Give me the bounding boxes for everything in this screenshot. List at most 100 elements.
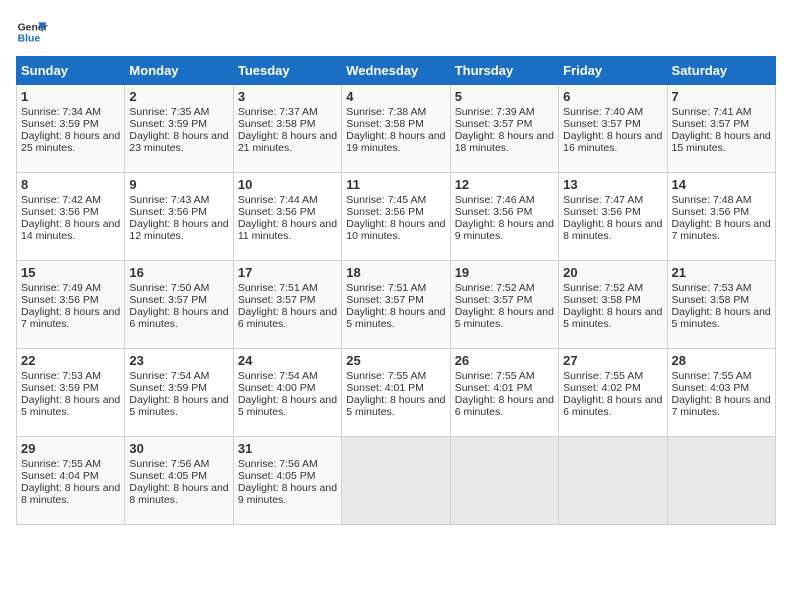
sunset-label: Sunset: 3:57 PM [455,118,533,130]
weekday-header-tuesday: Tuesday [233,57,341,85]
calendar-table: SundayMondayTuesdayWednesdayThursdayFrid… [16,56,776,525]
sunrise-label: Sunrise: 7:56 AM [129,458,209,470]
sunset-label: Sunset: 3:57 PM [129,294,207,306]
weekday-header-sunday: Sunday [17,57,125,85]
calendar-cell: 19Sunrise: 7:52 AMSunset: 3:57 PMDayligh… [450,261,558,349]
sunrise-label: Sunrise: 7:40 AM [563,106,643,118]
daylight-label: Daylight: 8 hours and 21 minutes. [238,130,337,154]
sunrise-label: Sunrise: 7:49 AM [21,282,101,294]
calendar-cell: 31Sunrise: 7:56 AMSunset: 4:05 PMDayligh… [233,437,341,525]
sunrise-label: Sunrise: 7:41 AM [672,106,752,118]
sunset-label: Sunset: 4:05 PM [238,470,316,482]
daylight-label: Daylight: 8 hours and 6 minutes. [129,306,228,330]
daylight-label: Daylight: 8 hours and 11 minutes. [238,218,337,242]
day-number: 18 [346,265,445,280]
sunset-label: Sunset: 3:58 PM [346,118,424,130]
day-number: 19 [455,265,554,280]
day-number: 12 [455,177,554,192]
sunset-label: Sunset: 4:02 PM [563,382,641,394]
sunrise-label: Sunrise: 7:54 AM [129,370,209,382]
calendar-cell: 30Sunrise: 7:56 AMSunset: 4:05 PMDayligh… [125,437,233,525]
logo-icon: General Blue [16,16,48,48]
day-number: 26 [455,353,554,368]
sunrise-label: Sunrise: 7:55 AM [346,370,426,382]
weekday-header-wednesday: Wednesday [342,57,450,85]
calendar-cell: 17Sunrise: 7:51 AMSunset: 3:57 PMDayligh… [233,261,341,349]
calendar-week-1: 8Sunrise: 7:42 AMSunset: 3:56 PMDaylight… [17,173,776,261]
daylight-label: Daylight: 8 hours and 8 minutes. [129,482,228,506]
sunrise-label: Sunrise: 7:55 AM [455,370,535,382]
calendar-cell [450,437,558,525]
daylight-label: Daylight: 8 hours and 19 minutes. [346,130,445,154]
day-number: 3 [238,89,337,104]
sunrise-label: Sunrise: 7:43 AM [129,194,209,206]
daylight-label: Daylight: 8 hours and 12 minutes. [129,218,228,242]
calendar-cell [559,437,667,525]
sunset-label: Sunset: 4:04 PM [21,470,99,482]
daylight-label: Daylight: 8 hours and 5 minutes. [238,394,337,418]
day-number: 5 [455,89,554,104]
sunrise-label: Sunrise: 7:55 AM [672,370,752,382]
calendar-cell: 29Sunrise: 7:55 AMSunset: 4:04 PMDayligh… [17,437,125,525]
sunset-label: Sunset: 4:00 PM [238,382,316,394]
sunrise-label: Sunrise: 7:56 AM [238,458,318,470]
day-number: 28 [672,353,771,368]
sunrise-label: Sunrise: 7:38 AM [346,106,426,118]
sunset-label: Sunset: 3:56 PM [672,206,750,218]
day-number: 29 [21,441,120,456]
sunrise-label: Sunrise: 7:51 AM [238,282,318,294]
day-number: 22 [21,353,120,368]
sunrise-label: Sunrise: 7:34 AM [21,106,101,118]
daylight-label: Daylight: 8 hours and 6 minutes. [563,394,662,418]
daylight-label: Daylight: 8 hours and 6 minutes. [455,394,554,418]
weekday-header-saturday: Saturday [667,57,775,85]
sunrise-label: Sunrise: 7:47 AM [563,194,643,206]
sunset-label: Sunset: 4:05 PM [129,470,207,482]
calendar-cell: 27Sunrise: 7:55 AMSunset: 4:02 PMDayligh… [559,349,667,437]
daylight-label: Daylight: 8 hours and 5 minutes. [129,394,228,418]
day-number: 2 [129,89,228,104]
sunrise-label: Sunrise: 7:52 AM [455,282,535,294]
sunset-label: Sunset: 3:56 PM [346,206,424,218]
calendar-cell: 12Sunrise: 7:46 AMSunset: 3:56 PMDayligh… [450,173,558,261]
sunrise-label: Sunrise: 7:46 AM [455,194,535,206]
calendar-week-4: 29 Sunrise: 7:55 AMSunset: 4:04 PM Dayligh… [17,437,776,525]
calendar-cell: 25Sunrise: 7:55 AMSunset: 4:01 PMDayligh… [342,349,450,437]
calendar-cell: 28Sunrise: 7:55 AMSunset: 4:03 PMDayligh… [667,349,775,437]
calendar-cell: 11Sunrise: 7:45 AMSunset: 3:56 PMDayligh… [342,173,450,261]
sunrise-label: Sunrise: 7:35 AM [129,106,209,118]
day-number: 4 [346,89,445,104]
calendar-cell: 6Sunrise: 7:40 AMSunset: 3:57 PMDaylight… [559,85,667,173]
day-number: 11 [346,177,445,192]
daylight-label: Daylight: 8 hours and 14 minutes. [21,218,120,242]
day-number: 7 [672,89,771,104]
daylight-label: Daylight: 8 hours and 9 minutes. [455,218,554,242]
calendar-cell: 14Sunrise: 7:48 AMSunset: 3:56 PMDayligh… [667,173,775,261]
calendar-cell: 21Sunrise: 7:53 AMSunset: 3:58 PMDayligh… [667,261,775,349]
daylight-label: Daylight: 8 hours and 7 minutes. [21,306,120,330]
sunset-label: Sunset: 3:58 PM [672,294,750,306]
sunrise-label: Sunrise: 7:52 AM [563,282,643,294]
calendar-cell: 22Sunrise: 7:53 AMSunset: 3:59 PMDayligh… [17,349,125,437]
sunset-label: Sunset: 3:56 PM [21,294,99,306]
daylight-label: Daylight: 8 hours and 6 minutes. [238,306,337,330]
sunrise-label: Sunrise: 7:44 AM [238,194,318,206]
calendar-cell: 9Sunrise: 7:43 AMSunset: 3:56 PMDaylight… [125,173,233,261]
day-number: 10 [238,177,337,192]
day-number: 27 [563,353,662,368]
logo: General Blue [16,16,48,48]
sunset-label: Sunset: 3:57 PM [563,118,641,130]
day-number: 16 [129,265,228,280]
daylight-label: Daylight: 8 hours and 18 minutes. [455,130,554,154]
day-number: 25 [346,353,445,368]
calendar-cell: 1Sunrise: 7:34 AMSunset: 3:59 PMDaylight… [17,85,125,173]
calendar-cell: 23Sunrise: 7:54 AMSunset: 3:59 PMDayligh… [125,349,233,437]
sunset-label: Sunset: 3:59 PM [129,382,207,394]
sunset-label: Sunset: 4:01 PM [455,382,533,394]
sunset-label: Sunset: 3:57 PM [455,294,533,306]
calendar-cell: 5Sunrise: 7:39 AMSunset: 3:57 PMDaylight… [450,85,558,173]
sunrise-label: Sunrise: 7:48 AM [672,194,752,206]
calendar-cell: 15Sunrise: 7:49 AMSunset: 3:56 PMDayligh… [17,261,125,349]
day-number: 20 [563,265,662,280]
sunrise-label: Sunrise: 7:55 AM [21,458,101,470]
